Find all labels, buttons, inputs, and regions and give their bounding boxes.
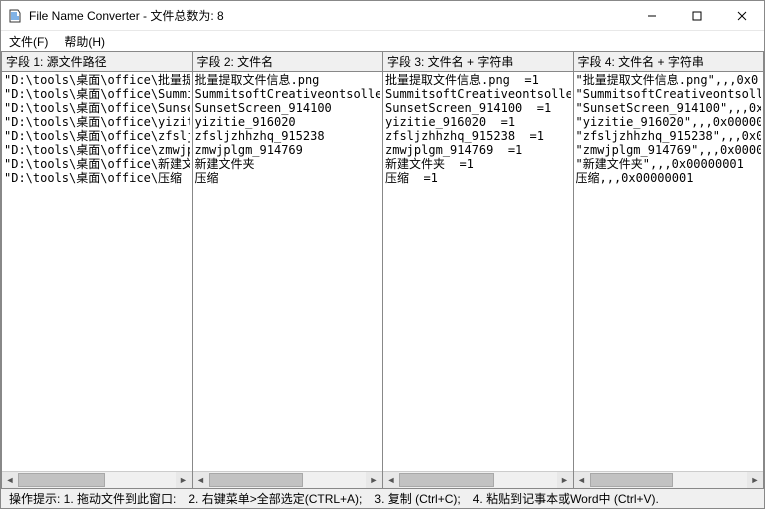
list-item[interactable]: "SunsetScreen_914100",,,0x00 (576, 101, 762, 115)
scrollbar-h-3[interactable]: ◄ ► (383, 471, 573, 487)
list-item[interactable]: "新建文件夹",,,0x00000001 (576, 157, 762, 171)
column-header-3: 字段 3: 文件名 + 字符串 (383, 52, 574, 71)
list-item[interactable]: "D:\tools\桌面\office\新建文 (4, 157, 190, 171)
listbox-3[interactable]: 批量提取文件信息.png =1SummitsoftCreativeontsoll… (383, 72, 573, 471)
list-item[interactable]: 压缩 =1 (385, 171, 571, 185)
scroll-right-icon[interactable]: ► (176, 472, 192, 488)
list-item[interactable]: yizitie_916020 =1 (385, 115, 571, 129)
list-item[interactable]: 压缩 (195, 171, 381, 185)
status-hint-4: 4. 粘贴到记事本或Word中 (Ctrl+V). (467, 490, 665, 507)
titlebar: File Name Converter - 文件总数为: 8 (1, 1, 764, 31)
column-4: "批量提取文件信息.png",,,0x0"SummitsoftCreativeo… (574, 72, 765, 488)
list-item[interactable]: "D:\tools\桌面\office\批量提 (4, 73, 190, 87)
list-item[interactable]: "D:\tools\桌面\office\Summit (4, 87, 190, 101)
list-item[interactable]: "zmwjplgm_914769",,,0x000000 (576, 143, 762, 157)
column-2: 批量提取文件信息.pngSummitsoftCreativeontsollecS… (193, 72, 384, 488)
list-item[interactable]: zfsljzhhzhq_915238 =1 (385, 129, 571, 143)
scroll-left-icon[interactable]: ◄ (193, 472, 209, 488)
status-hint-2: 2. 右键菜单>全部选定(CTRL+A); (182, 490, 368, 507)
list-item[interactable]: yizitie_916020 (195, 115, 381, 129)
scrollbar-h-1[interactable]: ◄ ► (2, 471, 192, 487)
listbox-1[interactable]: "D:\tools\桌面\office\批量提"D:\tools\桌面\offi… (2, 72, 192, 471)
column-header-4: 字段 4: 文件名 + 字符串 (574, 52, 765, 71)
scroll-left-icon[interactable]: ◄ (2, 472, 18, 488)
column-1: "D:\tools\桌面\office\批量提"D:\tools\桌面\offi… (1, 72, 193, 488)
column-3: 批量提取文件信息.png =1SummitsoftCreativeontsoll… (383, 72, 574, 488)
list-item[interactable]: "D:\tools\桌面\office\Sunset (4, 101, 190, 115)
maximize-button[interactable] (674, 1, 719, 30)
list-item[interactable]: zfsljzhhzhq_915238 (195, 129, 381, 143)
minimize-button[interactable] (629, 1, 674, 30)
list-item[interactable]: zmwjplgm_914769 (195, 143, 381, 157)
status-hint-1: 操作提示: 1. 拖动文件到此窗口: (3, 490, 182, 507)
scrollbar-h-4[interactable]: ◄ ► (574, 471, 764, 487)
listbox-2[interactable]: 批量提取文件信息.pngSummitsoftCreativeontsollecS… (193, 72, 383, 471)
statusbar: 操作提示: 1. 拖动文件到此窗口: 2. 右键菜单>全部选定(CTRL+A);… (1, 488, 764, 508)
column-headers-row: 字段 1: 源文件路径 字段 2: 文件名 字段 3: 文件名 + 字符串 字段… (1, 51, 764, 72)
list-item[interactable]: 新建文件夹 (195, 157, 381, 171)
column-header-2: 字段 2: 文件名 (193, 52, 384, 71)
status-hint-3: 3. 复制 (Ctrl+C); (368, 490, 466, 507)
list-item[interactable]: 批量提取文件信息.png (195, 73, 381, 87)
scroll-right-icon[interactable]: ► (747, 472, 763, 488)
menu-help[interactable]: 帮助(H) (60, 32, 109, 51)
listbox-4[interactable]: "批量提取文件信息.png",,,0x0"SummitsoftCreativeo… (574, 72, 764, 471)
columns-container: "D:\tools\桌面\office\批量提"D:\tools\桌面\offi… (1, 72, 764, 488)
scroll-left-icon[interactable]: ◄ (574, 472, 590, 488)
column-header-1: 字段 1: 源文件路径 (1, 52, 193, 71)
list-item[interactable]: SunsetScreen_914100 (195, 101, 381, 115)
scrollbar-h-2[interactable]: ◄ ► (193, 471, 383, 487)
list-item[interactable]: "批量提取文件信息.png",,,0x0 (576, 73, 762, 87)
list-item[interactable]: 压缩,,,0x00000001 (576, 171, 762, 185)
list-item[interactable]: "D:\tools\桌面\office\zfslj: (4, 129, 190, 143)
list-item[interactable]: 批量提取文件信息.png =1 (385, 73, 571, 87)
list-item[interactable]: "D:\tools\桌面\office\yiziti (4, 115, 190, 129)
list-item[interactable]: 新建文件夹 =1 (385, 157, 571, 171)
list-item[interactable]: "D:\tools\桌面\office\zmwjpl (4, 143, 190, 157)
list-item[interactable]: "yizitie_916020",,,0x0000000 (576, 115, 762, 129)
scroll-left-icon[interactable]: ◄ (383, 472, 399, 488)
window-controls (629, 1, 764, 30)
scroll-right-icon[interactable]: ► (366, 472, 382, 488)
menu-file[interactable]: 文件(F) (5, 32, 52, 51)
list-item[interactable]: "zfsljzhhzhq_915238",,,0x000 (576, 129, 762, 143)
list-item[interactable]: zmwjplgm_914769 =1 (385, 143, 571, 157)
close-button[interactable] (719, 1, 764, 30)
window-title: File Name Converter - 文件总数为: 8 (29, 7, 629, 24)
list-item[interactable]: SunsetScreen_914100 =1 (385, 101, 571, 115)
scroll-right-icon[interactable]: ► (557, 472, 573, 488)
list-item[interactable]: "D:\tools\桌面\office\压缩 (4, 171, 190, 185)
list-item[interactable]: "SummitsoftCreativeontsolle (576, 87, 762, 101)
list-item[interactable]: SummitsoftCreativeontsollec (385, 87, 571, 101)
list-item[interactable]: SummitsoftCreativeontsollec (195, 87, 381, 101)
app-icon (7, 8, 23, 24)
menubar: 文件(F) 帮助(H) (1, 31, 764, 51)
